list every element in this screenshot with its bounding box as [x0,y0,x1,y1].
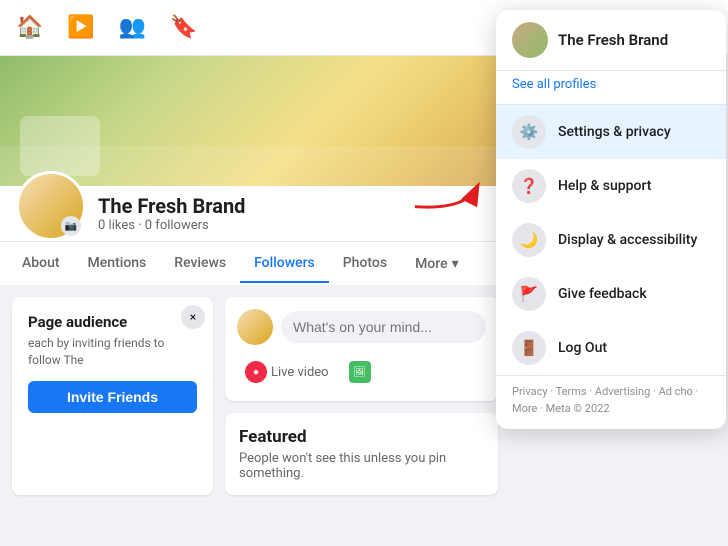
see-all-profiles-link[interactable]: See all profiles [496,71,726,105]
page-nav: About Mentions Reviews Followers Photos … [0,241,510,285]
tab-reviews[interactable]: Reviews [160,245,240,283]
camera-icon[interactable]: 📷 [61,216,81,236]
right-column: ● Live video 🖼 Featured People won't see… [225,297,498,495]
mini-avatar [237,309,273,345]
logout-icon: 🚪 [512,331,546,365]
dropdown-footer: Privacy · Terms · Advertising · Ad cho ·… [496,375,726,429]
feedback-icon: 🚩 [512,277,546,311]
tab-mentions[interactable]: Mentions [74,245,161,283]
page-wrapper: 🏠 ▶️ 👥 🔖 📷 [0,0,728,546]
dropdown-item-settings[interactable]: ⚙️ Settings & privacy [496,105,726,159]
featured-title: Featured [239,427,484,447]
logout-label: Log Out [558,340,607,356]
help-label: Help & support [558,178,651,194]
dropdown-profile-name: The Fresh Brand [558,31,668,49]
bookmark-icon[interactable]: 🔖 [170,15,197,40]
profile-avatar: 📷 [16,171,86,241]
help-icon: ❓ [512,169,546,203]
photo-icon: 🖼 [349,361,371,383]
dropdown-item-help[interactable]: ❓ Help & support [496,159,726,213]
photo-button[interactable]: 🖼 [341,355,379,389]
chevron-down-icon: ▾ [452,256,459,272]
post-input[interactable] [281,311,486,343]
live-icon: ● [245,361,267,383]
feedback-label: Give feedback [558,286,647,302]
nav-left: 🏠 ▶️ 👥 🔖 [16,15,198,40]
profile-stats: 0 likes · 0 followers [98,218,245,233]
video-icon[interactable]: ▶️ [67,15,94,40]
audience-title: Page audience [28,313,197,331]
audience-desc: each by inviting friends to follow The [28,335,197,369]
profile-info: The Fresh Brand 0 likes · 0 followers [98,194,245,241]
audience-card: × Page audience each by inviting friends… [12,297,213,495]
tab-followers[interactable]: Followers [240,245,329,283]
main-content: × Page audience each by inviting friends… [0,285,510,507]
close-button[interactable]: × [181,305,205,329]
settings-icon: ⚙️ [512,115,546,149]
featured-card: Featured People won't see this unless yo… [225,413,498,495]
display-icon: 🌙 [512,223,546,257]
tab-about[interactable]: About [8,245,74,283]
tab-photos[interactable]: Photos [329,245,401,283]
settings-label: Settings & privacy [558,124,671,140]
featured-desc: People won't see this unless you pin som… [239,451,484,481]
invite-friends-button[interactable]: Invite Friends [28,381,197,413]
post-box: ● Live video 🖼 [225,297,498,401]
post-actions: ● Live video 🖼 [237,355,486,389]
tab-more[interactable]: More ▾ [401,246,473,282]
dropdown-item-feedback[interactable]: 🚩 Give feedback [496,267,726,321]
dropdown-item-display[interactable]: 🌙 Display & accessibility [496,213,726,267]
people-icon[interactable]: 👥 [119,15,146,40]
live-video-button[interactable]: ● Live video [237,355,337,389]
dropdown-profile-header[interactable]: The Fresh Brand [496,10,726,71]
home-icon[interactable]: 🏠 [16,15,43,40]
post-input-row [237,309,486,345]
display-label: Display & accessibility [558,232,697,248]
dropdown-menu: The Fresh Brand See all profiles ⚙️ Sett… [496,10,726,429]
profile-name: The Fresh Brand [98,194,245,218]
dropdown-item-logout[interactable]: 🚪 Log Out [496,321,726,375]
dropdown-avatar [512,22,548,58]
